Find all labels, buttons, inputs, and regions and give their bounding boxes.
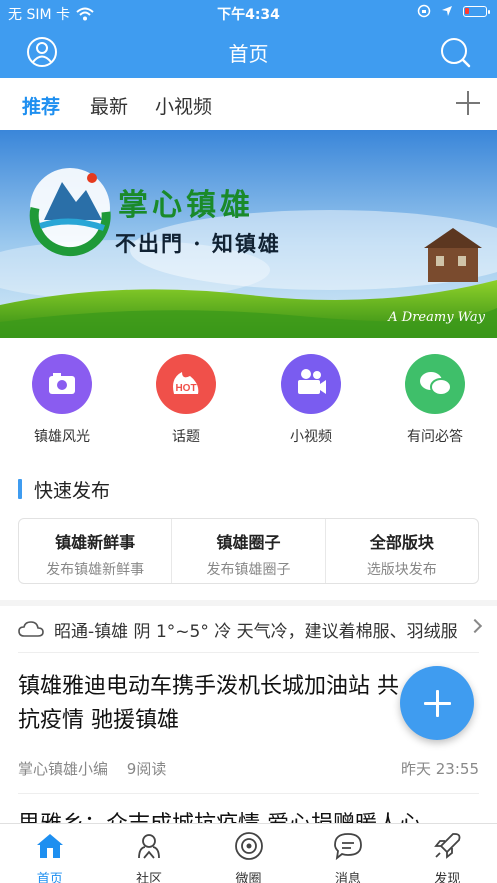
create-post-button[interactable]	[400, 666, 474, 740]
status-right	[417, 4, 490, 18]
search-icon[interactable]	[439, 36, 471, 68]
rocket-icon	[434, 833, 461, 859]
article-card[interactable]: 镇雄雅迪电动车携手泼机长城加油站 共抗疫情 驰援镇雄	[18, 670, 418, 738]
divider-line	[18, 793, 479, 794]
video-camera-icon	[281, 354, 341, 414]
category-label: 小视频	[290, 429, 332, 445]
chat-bubbles-icon	[405, 354, 465, 414]
category-topic[interactable]: HOT 话题	[136, 354, 236, 446]
category-qa[interactable]: 有问必答	[385, 354, 485, 446]
publish-circle-button[interactable]: 镇雄圈子 发布镇雄圈子	[172, 519, 326, 583]
section-divider	[0, 600, 497, 606]
home-icon	[36, 834, 63, 858]
nav-bar: 首页	[0, 26, 497, 78]
header: 无 SIM 卡 下午4:34 首页	[0, 0, 497, 78]
article-meta: 掌心镇雄小编 9阅读 昨天 23:55	[18, 758, 479, 779]
content-tabs: 推荐 最新 小视频	[0, 78, 497, 130]
banner-subtitle: 不出門 · 知镇雄	[115, 231, 281, 256]
article-reads: 9阅读	[126, 760, 167, 778]
section-title: 快速发布	[34, 479, 111, 502]
page-title: 首页	[228, 42, 269, 66]
banner-signature: A Dreamy Way	[388, 310, 485, 325]
article-title: 镇雄雅迪电动车携手泼机长城加油站 共抗疫情 驰援镇雄	[18, 674, 399, 733]
location-icon	[442, 6, 452, 16]
section-accent-bar	[18, 479, 22, 499]
tab-label: 消息	[334, 872, 361, 883]
article-time: 昨天 23:55	[401, 760, 479, 778]
tab-messages[interactable]: 消息	[298, 824, 397, 883]
quick-publish-panel: 镇雄新鲜事 发布镇雄新鲜事 镇雄圈子 发布镇雄圈子 全部版块 选版块发布	[18, 518, 479, 584]
publish-subtext: 发布镇雄圈子	[206, 562, 291, 578]
tab-moments[interactable]: 微圈	[199, 824, 298, 883]
quick-publish-header: 快速发布	[18, 478, 111, 502]
article-author: 掌心镇雄小编	[18, 760, 109, 778]
publish-news-button[interactable]: 镇雄新鲜事 发布镇雄新鲜事	[19, 519, 173, 583]
tab-recommend[interactable]: 推荐	[22, 92, 60, 119]
tab-discover[interactable]: 发现	[398, 824, 497, 883]
message-icon	[334, 833, 362, 861]
divider-line	[18, 652, 479, 653]
weather-row[interactable]: 昭通-镇雄 阴 1°~5° 冷 天气冷，建议着棉服、羽绒服	[18, 615, 484, 643]
tab-label: 发现	[434, 872, 461, 883]
category-scenery[interactable]: 镇雄风光	[12, 354, 112, 446]
category-label: 话题	[172, 429, 200, 445]
banner-title: 掌心镇雄	[118, 188, 254, 223]
category-label: 有问必答	[407, 429, 463, 445]
rotation-lock-icon	[417, 4, 431, 18]
publish-subtext: 选版块发布	[366, 562, 437, 578]
tab-latest[interactable]: 最新	[90, 92, 128, 119]
publish-all-sections-button[interactable]: 全部版块 选版块发布	[326, 519, 478, 583]
bottom-tab-bar: 首页 社区 微圈 消息 发现	[0, 823, 497, 883]
tab-label: 首页	[36, 872, 63, 883]
tab-label: 社区	[136, 872, 163, 883]
tab-home[interactable]: 首页	[0, 824, 99, 883]
publish-heading: 镇雄新鲜事	[55, 533, 136, 552]
tab-short-video[interactable]: 小视频	[155, 92, 212, 119]
cloud-icon	[18, 621, 44, 637]
hot-icon: HOT	[156, 354, 216, 414]
chevron-right-icon	[467, 618, 483, 634]
add-channel-button[interactable]	[455, 90, 481, 116]
community-icon	[138, 834, 161, 859]
category-label: 镇雄风光	[34, 429, 90, 445]
camera-icon	[32, 354, 92, 414]
tab-community[interactable]: 社区	[99, 824, 198, 883]
banner-carousel[interactable]: 掌心镇雄 不出門 · 知镇雄 A Dreamy Way	[0, 130, 497, 338]
publish-subtext: 发布镇雄新鲜事	[46, 562, 145, 578]
category-short-video[interactable]: 小视频	[261, 354, 361, 446]
status-bar: 无 SIM 卡 下午4:34	[0, 0, 497, 26]
publish-heading: 镇雄圈子	[216, 533, 281, 552]
battery-icon	[463, 5, 490, 17]
svg-text:HOT: HOT	[175, 383, 196, 394]
circle-icon	[234, 832, 263, 860]
publish-heading: 全部版块	[369, 533, 434, 552]
tab-label: 微圈	[235, 872, 262, 883]
weather-text: 昭通-镇雄 阴 1°~5° 冷 天气冷，建议着棉服、羽绒服	[54, 621, 458, 642]
category-row: 镇雄风光 HOT 话题 小视频 有问必答	[0, 354, 497, 454]
